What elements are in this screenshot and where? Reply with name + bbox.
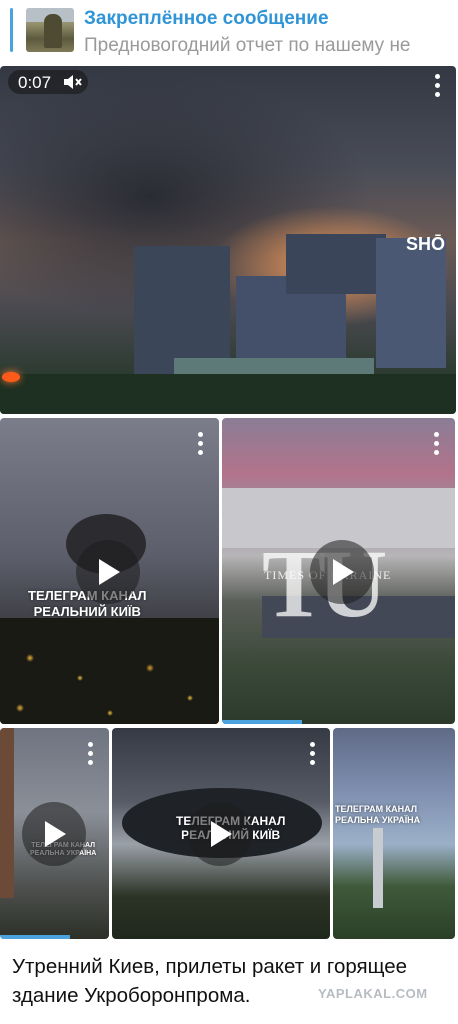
overlay-caption-6: ТЕЛЕГРАМ КАНАЛ РЕАЛЬНА УКРАЇНА xyxy=(335,804,421,825)
post-caption: Утренний Киев, прилеты ракет и горящее з… xyxy=(12,955,408,1007)
video-progress-bar xyxy=(222,720,302,724)
video-thumb-2[interactable]: ТЕЛЕГРАМ КАНАЛ РЕАЛЬНИЙ КИЇВ xyxy=(0,418,219,724)
pinned-thumbnail xyxy=(26,8,74,52)
video-main[interactable]: SHŌ 0:07 xyxy=(0,66,456,414)
play-icon[interactable] xyxy=(76,540,140,604)
more-options-icon[interactable] xyxy=(198,432,204,458)
video-time-badge[interactable]: 0:07 xyxy=(8,70,88,94)
pinned-title: Закреплённое сообщение xyxy=(84,8,329,29)
pinned-indicator xyxy=(10,8,13,52)
play-icon[interactable] xyxy=(188,802,252,866)
video-time: 0:07 xyxy=(18,73,52,92)
play-icon[interactable] xyxy=(310,540,374,604)
video-thumb-6[interactable]: ТЕЛЕГРАМ КАНАЛ РЕАЛЬНА УКРАЇНА xyxy=(333,728,455,939)
site-watermark: YAPLAKAL.COM xyxy=(318,986,428,1001)
more-options-icon[interactable] xyxy=(88,742,94,768)
play-icon[interactable] xyxy=(22,802,86,866)
video-thumb-4[interactable]: ТЕЛЕГРАМ КАНАЛ РЕАЛЬНА УКРАЇНА xyxy=(0,728,109,939)
video-progress-bar xyxy=(0,935,70,939)
pinned-text: Предновогодний отчет по нашему не xyxy=(84,35,411,56)
fire-glow xyxy=(2,372,20,382)
more-options-icon[interactable] xyxy=(434,432,440,458)
video-thumb-3[interactable]: TU TIMES OF UKRAINE xyxy=(222,418,455,724)
more-options-icon[interactable] xyxy=(310,742,316,768)
pinned-message-bar[interactable]: Закреплённое сообщение Предновогодний от… xyxy=(0,0,458,62)
video-watermark: SHŌ xyxy=(406,234,446,254)
muted-icon[interactable] xyxy=(62,72,84,97)
more-options-icon[interactable] xyxy=(435,74,441,100)
video-thumb-5[interactable]: ТЕЛЕГРАМ КАНАЛ РЕАЛЬНИЙ КИЇВ xyxy=(112,728,330,939)
